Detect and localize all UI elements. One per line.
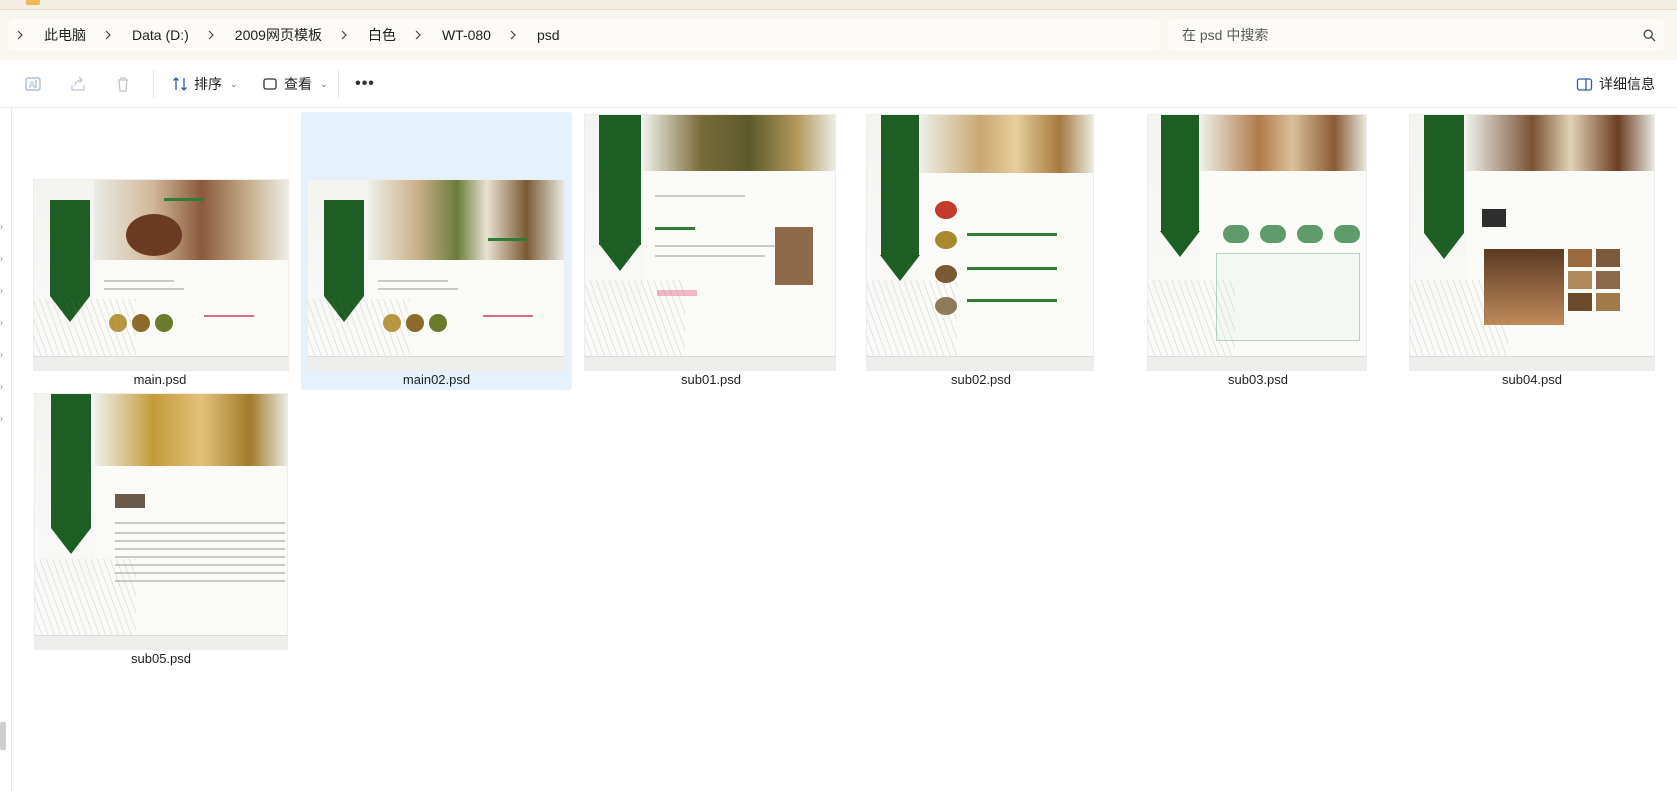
file-thumbnail (33, 179, 289, 371)
chevron-right-icon[interactable]: › (0, 287, 5, 295)
file-item-main02[interactable]: main02.psd (301, 112, 572, 390)
toolbar-divider (153, 70, 154, 98)
view-button[interactable]: 查看 ⌄ (262, 69, 328, 99)
chevron-right-icon[interactable]: › (0, 383, 5, 391)
navigation-pane-edge: › › › › › › › (0, 108, 12, 791)
view-icon (263, 78, 277, 90)
chevron-right-icon[interactable]: › (0, 255, 5, 263)
file-item-sub05[interactable]: sub05.psd (30, 390, 292, 670)
file-name: sub02.psd (951, 372, 1011, 387)
trash-icon[interactable] (108, 69, 138, 99)
file-name: main02.psd (402, 372, 471, 387)
svg-text:A: A (29, 80, 35, 90)
file-thumbnail (34, 393, 288, 650)
command-bar: A 排序 ⌄ 查看 ⌄ ••• 详细信息 (0, 60, 1677, 108)
file-item-sub01[interactable]: sub01.psd (584, 112, 838, 390)
file-thumbnail (584, 114, 836, 371)
file-item-main[interactable]: main.psd (28, 112, 292, 390)
file-thumbnail (1147, 114, 1367, 371)
details-label: 详细信息 (1599, 76, 1655, 92)
chevron-right-icon[interactable] (503, 25, 523, 45)
breadcrumb-item-white[interactable]: 白色 (354, 25, 408, 45)
file-item-sub04[interactable]: sub04.psd (1407, 112, 1657, 390)
details-pane-button[interactable]: 详细信息 (1576, 69, 1655, 99)
breadcrumb-item-psd[interactable]: psd (523, 27, 572, 43)
share-icon[interactable] (63, 69, 93, 99)
sort-icon (173, 77, 187, 91)
breadcrumb-item-this-pc[interactable]: 此电脑 (30, 25, 98, 45)
sort-label: 排序 (194, 76, 222, 92)
chevron-right-icon[interactable] (408, 25, 428, 45)
file-item-sub02[interactable]: sub02.psd (866, 112, 1096, 390)
breadcrumb-item-templates[interactable]: 2009网页模板 (221, 25, 334, 45)
chevron-down-icon: ⌄ (320, 78, 328, 89)
search-icon[interactable] (1634, 20, 1664, 50)
search-placeholder: 在 psd 中搜索 (1182, 27, 1269, 43)
chevron-right-icon[interactable] (10, 25, 30, 45)
search-input[interactable]: 在 psd 中搜索 (1168, 19, 1664, 51)
chevron-right-icon[interactable]: › (0, 351, 5, 359)
sort-button[interactable]: 排序 ⌄ (172, 69, 238, 99)
file-name: sub04.psd (1502, 372, 1562, 387)
file-thumbnail (866, 114, 1094, 371)
file-thumbnail (307, 179, 565, 371)
details-pane-icon (1576, 77, 1593, 91)
more-options-button[interactable]: ••• (350, 69, 380, 99)
file-name: main.psd (133, 372, 187, 387)
file-name: sub01.psd (681, 372, 741, 387)
chevron-right-icon[interactable] (201, 25, 221, 45)
rename-icon[interactable]: A (18, 69, 48, 99)
window-title-strip (0, 0, 1677, 10)
scrollbar-thumb[interactable] (0, 722, 6, 750)
view-label: 查看 (284, 76, 312, 92)
chevron-right-icon[interactable] (334, 25, 354, 45)
file-name: sub05.psd (131, 651, 191, 666)
toolbar-divider (338, 70, 339, 98)
file-thumbnail (1409, 114, 1655, 371)
breadcrumb-item-drive[interactable]: Data (D:) (118, 27, 201, 43)
address-row: 此电脑 Data (D:) 2009网页模板 白色 WT-080 psd 在 p… (0, 10, 1677, 60)
chevron-right-icon[interactable]: › (0, 415, 5, 423)
chevron-right-icon[interactable] (98, 25, 118, 45)
folder-tab-icon (26, 0, 40, 5)
file-item-sub03[interactable]: sub03.psd (1147, 112, 1369, 390)
file-name: sub03.psd (1228, 372, 1288, 387)
chevron-right-icon[interactable]: › (0, 319, 5, 327)
chevron-down-icon: ⌄ (230, 78, 238, 89)
breadcrumb[interactable]: 此电脑 Data (D:) 2009网页模板 白色 WT-080 psd (8, 19, 1160, 51)
chevron-right-icon[interactable]: › (0, 223, 5, 231)
breadcrumb-item-wt080[interactable]: WT-080 (428, 27, 503, 43)
